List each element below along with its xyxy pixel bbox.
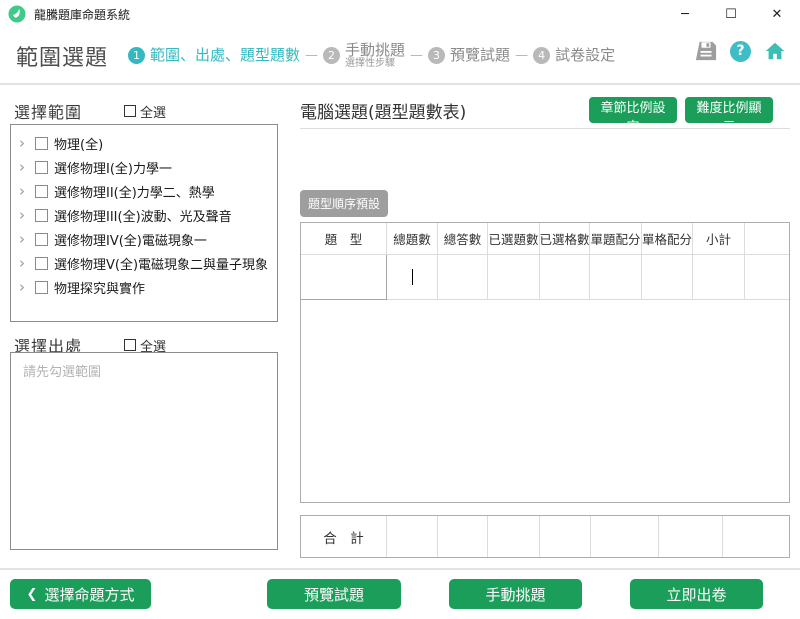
maximize-button[interactable]: ☐ <box>708 0 754 28</box>
main-divider <box>300 128 790 129</box>
step-1-label: 範圍、出處、題型題數 <box>150 47 300 64</box>
generate-paper-button[interactable]: 立即出卷 <box>630 579 763 609</box>
window-title: 龍騰題庫命題系統 <box>34 6 130 23</box>
step-2-number: 2 <box>323 47 340 64</box>
tree-checkbox[interactable] <box>35 233 48 246</box>
total-cell <box>488 516 540 557</box>
home-icon[interactable] <box>764 40 786 62</box>
tree-item-elective-2[interactable]: › 選修物理II(全)力學二、熱學 <box>11 179 277 203</box>
step-1-number: 1 <box>128 47 145 64</box>
extra-cell <box>745 255 789 300</box>
main-panel-title: 電腦選題(題型題數表) <box>300 98 466 123</box>
expand-chevron-icon[interactable]: › <box>19 256 35 271</box>
source-list-box: 請先勾選範圍 <box>10 352 278 550</box>
step-2: 2 手動挑題 選擇性步驟 <box>323 42 405 70</box>
source-select-all-checkbox[interactable] <box>124 339 136 351</box>
col-header-subtotal: 小計 <box>693 223 745 255</box>
total-cell <box>591 516 659 557</box>
range-tree: › 物理(全) › 選修物理I(全)力學一 › 選修物理II(全)力學二、熱學 … <box>10 124 278 322</box>
total-cell <box>659 516 723 557</box>
expand-chevron-icon[interactable]: › <box>19 208 35 223</box>
expand-chevron-icon[interactable]: › <box>19 280 35 295</box>
page-header: 範圍選題 1 範圍、出處、題型題數 — 2 手動挑題 選擇性步驟 — 3 預覽試… <box>0 28 800 85</box>
total-row-label: 合 計 <box>301 516 387 557</box>
tree-item-physics-all[interactable]: › 物理(全) <box>11 131 277 155</box>
col-header-points-per-blank: 單格配分 <box>642 223 693 255</box>
tree-checkbox[interactable] <box>35 209 48 222</box>
question-type-table: 題 型 總題數 總答數 已選題數 已選格數 單題配分 單格配分 小計 <box>300 222 790 503</box>
table-data-row <box>301 255 789 300</box>
col-header-selected-blanks: 已選格數 <box>540 223 590 255</box>
range-section-header: 選擇範圍 全選 <box>14 99 280 123</box>
tree-checkbox[interactable] <box>35 281 48 294</box>
tree-item-elective-5[interactable]: › 選修物理V(全)電磁現象二與量子現象 <box>11 251 277 275</box>
total-row-table: 合 計 <box>300 515 790 558</box>
help-icon[interactable]: ? <box>730 41 751 62</box>
selected-blanks-cell[interactable] <box>540 255 590 300</box>
step-4-label: 試卷設定 <box>555 47 615 64</box>
range-select-all-checkbox[interactable] <box>124 105 136 117</box>
expand-chevron-icon[interactable]: › <box>19 184 35 199</box>
type-select-cell[interactable] <box>301 255 387 300</box>
expand-chevron-icon[interactable]: › <box>19 232 35 247</box>
col-header-type: 題 型 <box>301 223 387 255</box>
total-cell <box>723 516 789 557</box>
points-per-blank-cell[interactable] <box>642 255 693 300</box>
points-per-question-cell[interactable] <box>590 255 642 300</box>
step-3-label: 預覽試題 <box>450 47 510 64</box>
tree-item-inquiry-practice[interactable]: › 物理探究與實作 <box>11 275 277 299</box>
range-select-all[interactable]: 全選 <box>124 102 166 121</box>
step-4: 4 試卷設定 <box>533 47 615 64</box>
step-3-number: 3 <box>428 47 445 64</box>
total-cell <box>438 516 488 557</box>
step-3: 3 預覽試題 <box>428 47 510 64</box>
tree-checkbox[interactable] <box>35 185 48 198</box>
question-order-badge: 題型順序預設 <box>300 190 388 217</box>
back-to-mode-button[interactable]: ❮ 選擇命題方式 <box>10 579 151 609</box>
save-icon[interactable] <box>695 40 717 62</box>
manual-pick-button[interactable]: 手動挑題 <box>449 579 582 609</box>
chapter-ratio-button[interactable]: 章節比例設定 <box>589 97 677 123</box>
step-separator: — <box>410 48 423 63</box>
tree-checkbox[interactable] <box>35 137 48 150</box>
tree-checkbox[interactable] <box>35 161 48 174</box>
col-header-total-questions: 總題數 <box>387 223 438 255</box>
tree-item-elective-3[interactable]: › 選修物理III(全)波動、光及聲音 <box>11 203 277 227</box>
expand-chevron-icon[interactable]: › <box>19 160 35 175</box>
total-questions-input-cell[interactable] <box>387 255 438 300</box>
col-header-extra <box>745 223 789 255</box>
step-separator: — <box>515 48 528 63</box>
step-separator: — <box>305 48 318 63</box>
step-4-number: 4 <box>533 47 550 64</box>
source-placeholder: 請先勾選範圍 <box>23 365 101 380</box>
subtotal-cell[interactable] <box>693 255 745 300</box>
close-button[interactable]: ✕ <box>754 0 800 28</box>
minimize-button[interactable]: ─ <box>662 0 708 28</box>
chevron-left-icon: ❮ <box>27 587 38 602</box>
step-1: 1 範圍、出處、題型題數 <box>128 47 300 64</box>
col-header-total-answers: 總答數 <box>438 223 488 255</box>
tree-item-elective-1[interactable]: › 選修物理I(全)力學一 <box>11 155 277 179</box>
preview-questions-button[interactable]: 預覽試題 <box>267 579 401 609</box>
table-header-row: 題 型 總題數 總答數 已選題數 已選格數 單題配分 單格配分 小計 <box>301 223 789 255</box>
tree-item-elective-4[interactable]: › 選修物理IV(全)電磁現象一 <box>11 227 277 251</box>
total-cell <box>540 516 591 557</box>
footer-divider <box>0 568 800 570</box>
page-title: 範圍選題 <box>16 40 108 72</box>
expand-chevron-icon[interactable]: › <box>19 136 35 151</box>
step-2-label: 手動挑題 <box>345 42 405 59</box>
total-cell <box>387 516 438 557</box>
range-section-title: 選擇範圍 <box>14 99 82 123</box>
col-header-points-per-question: 單題配分 <box>590 223 642 255</box>
step-indicator: 1 範圍、出處、題型題數 — 2 手動挑題 選擇性步驟 — 3 預覽試題 — 4 <box>128 42 615 70</box>
total-answers-cell[interactable] <box>438 255 488 300</box>
difficulty-ratio-button[interactable]: 難度比例顯示 <box>685 97 773 123</box>
text-caret <box>412 269 413 285</box>
selected-questions-cell[interactable] <box>488 255 540 300</box>
col-header-selected-questions: 已選題數 <box>488 223 540 255</box>
app-logo-icon <box>8 5 26 23</box>
tree-checkbox[interactable] <box>35 257 48 270</box>
step-2-sublabel: 選擇性步驟 <box>345 58 405 69</box>
title-bar: 龍騰題庫命題系統 ─ ☐ ✕ <box>0 0 800 28</box>
